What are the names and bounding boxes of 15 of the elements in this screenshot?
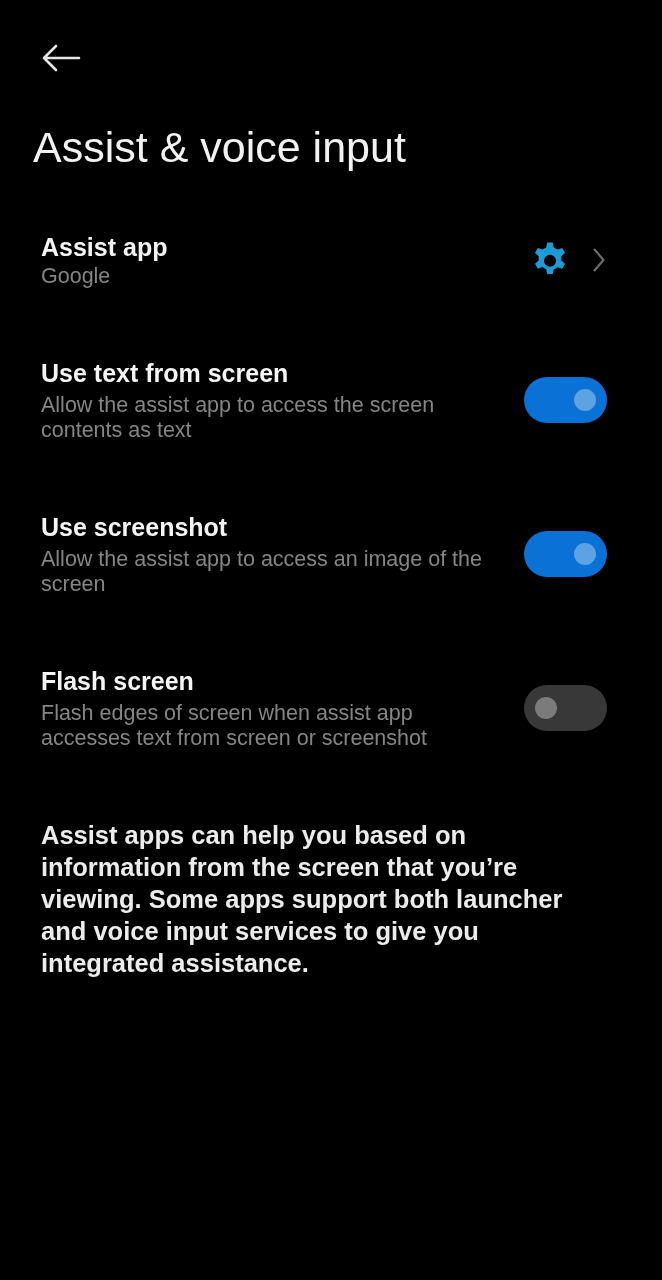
setting-title: Flash screen <box>41 666 195 697</box>
toggle-switch[interactable] <box>524 377 607 423</box>
toggle-switch[interactable] <box>524 685 607 731</box>
setting-title: Assist app <box>41 232 169 263</box>
setting-summary: Google <box>41 263 112 289</box>
info-paragraph: Assist apps can help you based on information from the screen that you’re viewing. Some apps support both launcher and voice input services to give you integrated assistance. <box>41 820 564 979</box>
setting-summary: Flash edges of screen when assist app accesses text from screen or screenshot <box>41 701 428 751</box>
page-title: Assist & voice input <box>33 122 407 172</box>
setting-summary: Allow the assist app to access the screen contents as text <box>41 393 436 443</box>
setting-summary: Allow the assist app to access an image of the screen <box>41 547 483 597</box>
setting-title: Use screenshot <box>41 512 229 543</box>
chevron-right-icon <box>593 248 605 272</box>
back-button[interactable] <box>41 44 81 72</box>
toggle-switch[interactable] <box>524 531 607 577</box>
setting-title: Use text from screen <box>41 358 290 389</box>
